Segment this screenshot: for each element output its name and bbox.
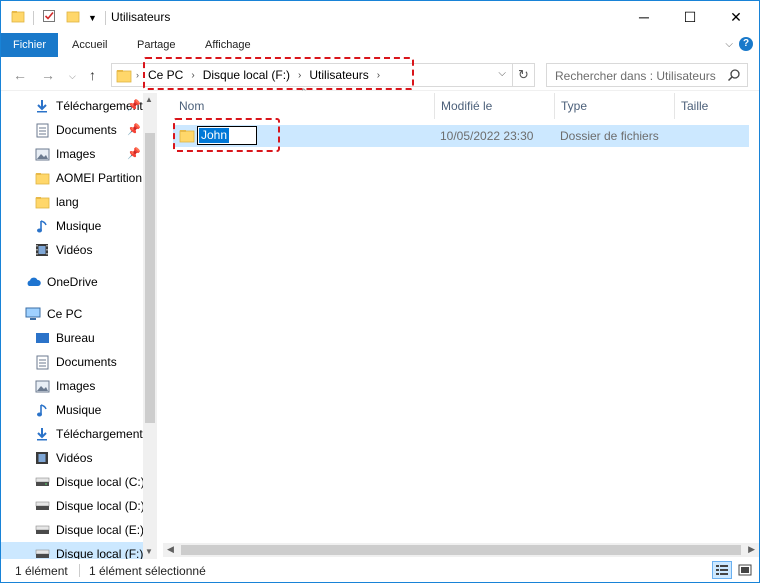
help-icon[interactable]: ? bbox=[739, 37, 753, 51]
sidebar-item-lang[interactable]: lang bbox=[1, 190, 143, 214]
address-dropdown-icon[interactable]: ⌵ bbox=[498, 68, 506, 79]
sidebar-item-music[interactable]: Musique bbox=[1, 214, 143, 238]
sidebar-item-images[interactable]: Images bbox=[1, 142, 143, 166]
refresh-icon[interactable]: ↻ bbox=[512, 64, 534, 86]
properties-icon[interactable] bbox=[42, 9, 56, 26]
computer-icon bbox=[25, 306, 41, 322]
scroll-down-icon[interactable]: ▼ bbox=[145, 547, 153, 556]
toolbar-divider bbox=[104, 10, 106, 25]
sidebar-item-downloads[interactable]: Téléchargements bbox=[1, 94, 143, 118]
back-arrow-icon[interactable]: ← bbox=[13, 67, 27, 83]
file-list: ⌃ Nom Modifié le Type Taille John 10/05/… bbox=[163, 87, 759, 543]
scroll-right-icon[interactable]: ▶ bbox=[748, 544, 755, 555]
ribbon-tabs: Fichier Accueil Partage Affichage ⌵ ? bbox=[1, 33, 759, 57]
file-explorer-window: ▼ Utilisateurs ─ ☐ ✕ Fichier Accueil Par… bbox=[0, 0, 760, 583]
expand-ribbon-chevron-icon[interactable]: ⌵ bbox=[725, 39, 733, 50]
file-modified-date: 10/05/2022 23:30 bbox=[440, 129, 534, 143]
sidebar-item-pc-documents[interactable]: Documents bbox=[1, 350, 143, 374]
tab-home[interactable]: Accueil bbox=[60, 33, 119, 57]
search-box[interactable]: Rechercher dans : Utilisateurs bbox=[546, 63, 748, 87]
address-chevron-icon: › bbox=[136, 70, 139, 80]
window-title: Utilisateurs bbox=[111, 10, 171, 24]
scroll-left-icon[interactable]: ◀ bbox=[167, 544, 174, 555]
sidebar-item-pc-downloads[interactable]: Téléchargements bbox=[1, 422, 143, 446]
up-arrow-icon[interactable]: ↑ bbox=[89, 67, 96, 83]
pin-icon[interactable]: 📌 bbox=[127, 99, 141, 112]
tab-file[interactable]: Fichier bbox=[1, 33, 59, 57]
details-view-icon[interactable] bbox=[712, 561, 732, 579]
drive-icon bbox=[34, 522, 50, 538]
scroll-up-icon[interactable]: ▲ bbox=[145, 95, 153, 104]
toolbar-divider bbox=[33, 10, 34, 25]
new-folder-icon[interactable] bbox=[66, 9, 80, 26]
sidebar-item-pc-music[interactable]: Musique bbox=[1, 398, 143, 422]
sidebar-item-onedrive[interactable]: OneDrive bbox=[1, 270, 143, 294]
drive-icon bbox=[34, 546, 50, 559]
pin-icon[interactable]: 📌 bbox=[127, 123, 141, 136]
customize-toolbar-chevron-icon[interactable]: ▼ bbox=[88, 13, 97, 23]
status-divider bbox=[79, 564, 80, 577]
maximize-button[interactable]: ☐ bbox=[667, 1, 713, 33]
document-icon bbox=[34, 354, 50, 370]
folder-icon bbox=[34, 194, 50, 210]
quick-access-toolbar: ▼ bbox=[11, 9, 114, 26]
image-icon bbox=[34, 378, 50, 394]
title-bar: ▼ Utilisateurs ─ ☐ ✕ bbox=[1, 1, 759, 33]
sidebar-item-this-pc[interactable]: Ce PC bbox=[1, 302, 143, 326]
file-list-horizontal-scrollbar[interactable]: ◀ ▶ bbox=[163, 543, 759, 557]
tab-view[interactable]: Affichage bbox=[193, 33, 263, 57]
music-icon bbox=[34, 402, 50, 418]
scrollbar-thumb[interactable] bbox=[145, 133, 155, 423]
search-placeholder: Rechercher dans : Utilisateurs bbox=[555, 69, 716, 83]
ribbon-right-controls: ⌵ ? bbox=[725, 37, 753, 51]
selected-count: 1 élément sélectionné bbox=[89, 564, 206, 578]
drive-icon bbox=[34, 474, 50, 490]
search-icon[interactable] bbox=[727, 68, 741, 85]
download-icon bbox=[34, 426, 50, 442]
sidebar-item-drive-f[interactable]: Disque local (F:) bbox=[1, 542, 143, 559]
music-icon bbox=[34, 218, 50, 234]
sidebar-item-drive-e[interactable]: Disque local (E:) bbox=[1, 518, 143, 542]
sidebar-item-aomei-partition[interactable]: AOMEI Partition bbox=[1, 166, 143, 190]
download-icon bbox=[34, 98, 50, 114]
column-header-name[interactable]: Nom bbox=[173, 93, 435, 119]
tab-share[interactable]: Partage bbox=[125, 33, 188, 57]
pin-icon[interactable]: 📌 bbox=[127, 147, 141, 160]
sidebar-item-pc-videos[interactable]: Vidéos bbox=[1, 446, 143, 470]
address-folder-icon bbox=[116, 67, 132, 86]
sidebar-item-documents[interactable]: Documents bbox=[1, 118, 143, 142]
forward-arrow-icon[interactable]: → bbox=[41, 67, 55, 83]
column-header-modified[interactable]: Modifié le bbox=[435, 93, 555, 119]
video-icon bbox=[34, 450, 50, 466]
cloud-icon bbox=[25, 274, 41, 290]
image-icon bbox=[34, 146, 50, 162]
large-icons-view-icon[interactable] bbox=[735, 561, 755, 579]
sidebar-item-desktop[interactable]: Bureau bbox=[1, 326, 143, 350]
column-header-size[interactable]: Taille bbox=[675, 93, 749, 119]
sidebar-item-pc-images[interactable]: Images bbox=[1, 374, 143, 398]
rename-highlight-annotation bbox=[173, 118, 280, 152]
column-header-type[interactable]: Type bbox=[555, 93, 675, 119]
item-count: 1 élément bbox=[15, 564, 68, 578]
breadcrumb-highlight-annotation bbox=[143, 57, 414, 90]
folder-icon bbox=[34, 170, 50, 186]
scrollbar-thumb[interactable] bbox=[181, 545, 741, 555]
minimize-button[interactable]: ─ bbox=[621, 1, 667, 33]
navigation-pane: Téléchargements 📌 Documents 📌 Images 📌 A… bbox=[1, 93, 157, 559]
sidebar-item-drive-c[interactable]: Disque local (C:) bbox=[1, 470, 143, 494]
status-bar: 1 élément 1 élément sélectionné bbox=[1, 559, 759, 582]
sidebar-item-drive-d[interactable]: Disque local (D:) bbox=[1, 494, 143, 518]
video-icon bbox=[34, 242, 50, 258]
folder-icon bbox=[11, 9, 25, 26]
navigation-pane-scrollbar[interactable]: ▲ ▼ bbox=[143, 93, 157, 559]
recent-locations-chevron-icon[interactable]: ⌵ bbox=[69, 71, 76, 82]
desktop-icon bbox=[34, 330, 50, 346]
file-type: Dossier de fichiers bbox=[560, 129, 659, 143]
drive-icon bbox=[34, 498, 50, 514]
sidebar-item-videos[interactable]: Vidéos bbox=[1, 238, 143, 262]
close-button[interactable]: ✕ bbox=[713, 1, 759, 33]
document-icon bbox=[34, 122, 50, 138]
